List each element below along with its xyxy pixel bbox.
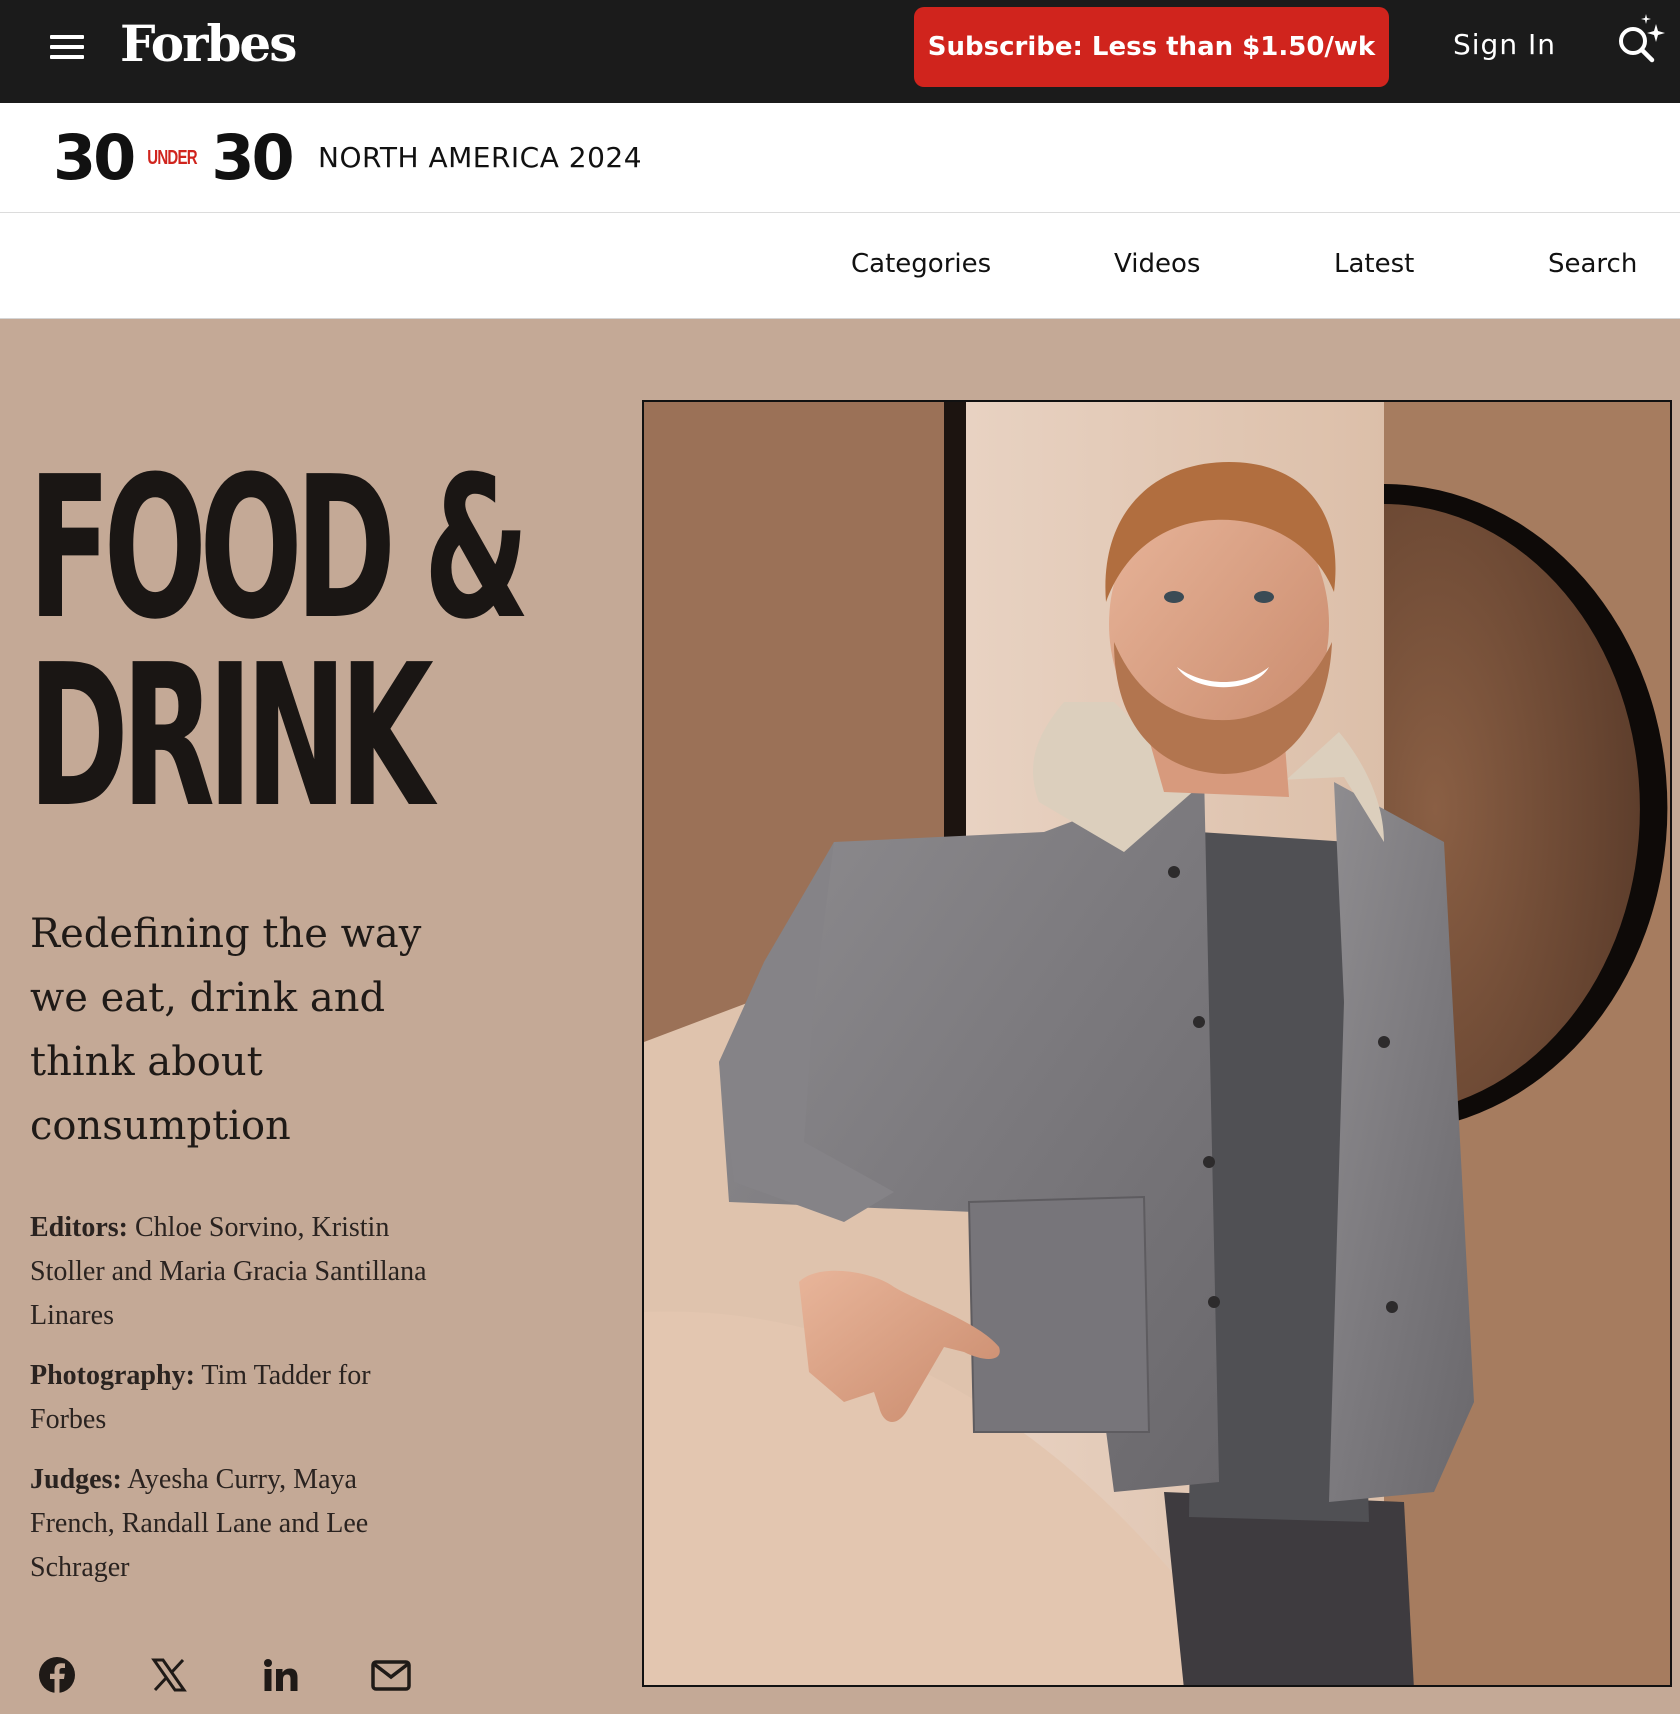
sign-in-link[interactable]: Sign In	[1453, 28, 1556, 61]
logo-number-right: 30	[211, 121, 294, 194]
thirty-under-thirty-bar: 30 UNDER 30 NORTH AMERICA 2024	[0, 103, 1680, 213]
editors-label: Editors:	[30, 1212, 128, 1243]
tagline: Redefining the way we eat, drink and thi…	[30, 911, 422, 1149]
photography-credit: Photography: Tim Tadder for Forbes	[30, 1354, 430, 1442]
title-line-2: DRINK	[28, 623, 434, 851]
hero-portrait-photo	[642, 400, 1672, 1687]
photography-label: Photography:	[30, 1360, 195, 1391]
logo-under: UNDER	[147, 146, 198, 169]
linkedin-icon[interactable]	[260, 1654, 302, 1696]
judges-credit: Judges: Ayesha Curry, Maya French, Randa…	[30, 1458, 430, 1590]
section-nav: Categories Videos Latest Search	[0, 213, 1680, 319]
nav-categories[interactable]: Categories	[851, 249, 991, 279]
title-line-1: FOOD &	[28, 435, 530, 663]
page-title: FOOD & DRINK	[28, 435, 530, 851]
nav-videos[interactable]: Videos	[1114, 249, 1200, 279]
mail-icon[interactable]	[370, 1654, 412, 1696]
x-icon[interactable]	[148, 1654, 190, 1696]
subscribe-button[interactable]: Subscribe: Less than $1.50/wk	[914, 7, 1389, 87]
editors-credit: Editors: Chloe Sorvino, Kristin Stoller …	[30, 1206, 430, 1338]
menu-icon[interactable]	[50, 32, 86, 60]
top-bar: Forbes Subscribe: Less than $1.50/wk Sig…	[0, 0, 1680, 103]
judges-label: Judges:	[30, 1464, 122, 1495]
logo-number-left: 30	[53, 121, 136, 194]
edition-label: NORTH AMERICA 2024	[318, 141, 643, 174]
facebook-icon[interactable]	[36, 1654, 78, 1696]
thirty-under-thirty-logo[interactable]: 30 UNDER 30	[53, 121, 295, 194]
forbes-logo[interactable]: Forbes	[120, 14, 297, 73]
nav-latest[interactable]: Latest	[1334, 249, 1414, 279]
nav-search[interactable]: Search	[1548, 249, 1637, 279]
search-sparkle-icon[interactable]	[1612, 12, 1668, 68]
